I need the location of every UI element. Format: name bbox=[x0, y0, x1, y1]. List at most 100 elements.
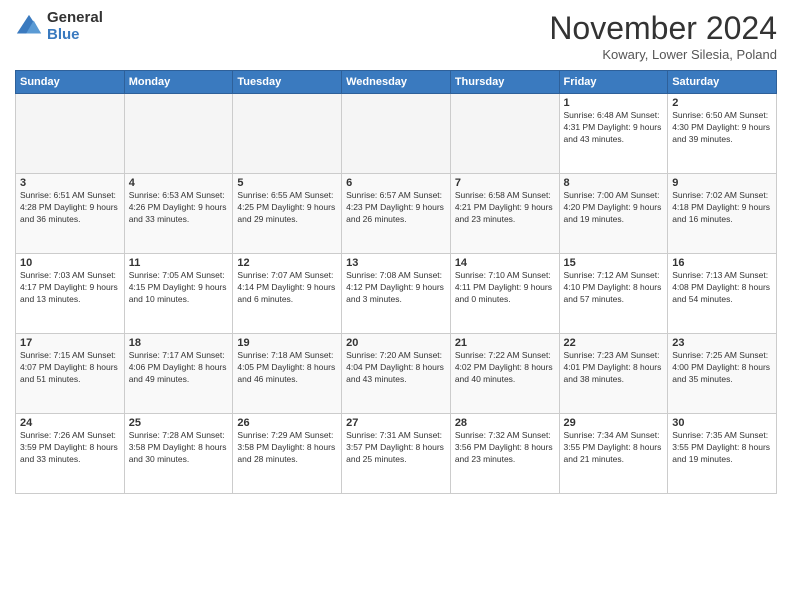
calendar-header: Sunday Monday Tuesday Wednesday Thursday… bbox=[16, 71, 777, 94]
day-number-2-3: 13 bbox=[346, 257, 446, 269]
day-cell-0-1 bbox=[124, 94, 233, 174]
day-number-4-2: 26 bbox=[237, 417, 337, 429]
day-number-0-5: 1 bbox=[564, 97, 664, 109]
day-number-3-6: 23 bbox=[672, 337, 772, 349]
day-info-4-0: Sunrise: 7:26 AM Sunset: 3:59 PM Dayligh… bbox=[20, 430, 120, 466]
header-sunday: Sunday bbox=[16, 71, 125, 94]
day-cell-2-6: 16Sunrise: 7:13 AM Sunset: 4:08 PM Dayli… bbox=[668, 254, 777, 334]
day-number-4-0: 24 bbox=[20, 417, 120, 429]
day-number-3-5: 22 bbox=[564, 337, 664, 349]
day-number-3-4: 21 bbox=[455, 337, 555, 349]
day-number-4-6: 30 bbox=[672, 417, 772, 429]
day-cell-2-1: 11Sunrise: 7:05 AM Sunset: 4:15 PM Dayli… bbox=[124, 254, 233, 334]
day-number-3-1: 18 bbox=[129, 337, 229, 349]
day-info-3-3: Sunrise: 7:20 AM Sunset: 4:04 PM Dayligh… bbox=[346, 350, 446, 386]
day-number-4-4: 28 bbox=[455, 417, 555, 429]
day-info-4-4: Sunrise: 7:32 AM Sunset: 3:56 PM Dayligh… bbox=[455, 430, 555, 466]
day-cell-3-1: 18Sunrise: 7:17 AM Sunset: 4:06 PM Dayli… bbox=[124, 334, 233, 414]
logo-blue-text: Blue bbox=[47, 27, 103, 44]
day-number-2-1: 11 bbox=[129, 257, 229, 269]
header: General Blue November 2024 Kowary, Lower… bbox=[15, 10, 777, 62]
header-friday: Friday bbox=[559, 71, 668, 94]
day-info-2-6: Sunrise: 7:13 AM Sunset: 4:08 PM Dayligh… bbox=[672, 270, 772, 306]
day-cell-3-0: 17Sunrise: 7:15 AM Sunset: 4:07 PM Dayli… bbox=[16, 334, 125, 414]
day-info-1-0: Sunrise: 6:51 AM Sunset: 4:28 PM Dayligh… bbox=[20, 190, 120, 226]
day-info-3-5: Sunrise: 7:23 AM Sunset: 4:01 PM Dayligh… bbox=[564, 350, 664, 386]
day-info-2-0: Sunrise: 7:03 AM Sunset: 4:17 PM Dayligh… bbox=[20, 270, 120, 306]
day-cell-0-4 bbox=[450, 94, 559, 174]
day-info-3-0: Sunrise: 7:15 AM Sunset: 4:07 PM Dayligh… bbox=[20, 350, 120, 386]
day-cell-0-5: 1Sunrise: 6:48 AM Sunset: 4:31 PM Daylig… bbox=[559, 94, 668, 174]
day-cell-1-5: 8Sunrise: 7:00 AM Sunset: 4:20 PM Daylig… bbox=[559, 174, 668, 254]
day-cell-1-1: 4Sunrise: 6:53 AM Sunset: 4:26 PM Daylig… bbox=[124, 174, 233, 254]
day-number-3-0: 17 bbox=[20, 337, 120, 349]
day-info-1-2: Sunrise: 6:55 AM Sunset: 4:25 PM Dayligh… bbox=[237, 190, 337, 226]
week-row-2: 10Sunrise: 7:03 AM Sunset: 4:17 PM Dayli… bbox=[16, 254, 777, 334]
day-info-4-2: Sunrise: 7:29 AM Sunset: 3:58 PM Dayligh… bbox=[237, 430, 337, 466]
day-number-1-3: 6 bbox=[346, 177, 446, 189]
logo-general-text: General bbox=[47, 10, 103, 27]
month-title: November 2024 bbox=[549, 10, 777, 47]
day-number-3-3: 20 bbox=[346, 337, 446, 349]
calendar-body: 1Sunrise: 6:48 AM Sunset: 4:31 PM Daylig… bbox=[16, 94, 777, 494]
header-tuesday: Tuesday bbox=[233, 71, 342, 94]
day-cell-3-3: 20Sunrise: 7:20 AM Sunset: 4:04 PM Dayli… bbox=[342, 334, 451, 414]
day-cell-3-5: 22Sunrise: 7:23 AM Sunset: 4:01 PM Dayli… bbox=[559, 334, 668, 414]
calendar-table: Sunday Monday Tuesday Wednesday Thursday… bbox=[15, 70, 777, 494]
day-number-3-2: 19 bbox=[237, 337, 337, 349]
day-info-1-3: Sunrise: 6:57 AM Sunset: 4:23 PM Dayligh… bbox=[346, 190, 446, 226]
day-cell-4-0: 24Sunrise: 7:26 AM Sunset: 3:59 PM Dayli… bbox=[16, 414, 125, 494]
header-thursday: Thursday bbox=[450, 71, 559, 94]
day-info-1-1: Sunrise: 6:53 AM Sunset: 4:26 PM Dayligh… bbox=[129, 190, 229, 226]
day-cell-0-2 bbox=[233, 94, 342, 174]
day-info-3-6: Sunrise: 7:25 AM Sunset: 4:00 PM Dayligh… bbox=[672, 350, 772, 386]
week-row-0: 1Sunrise: 6:48 AM Sunset: 4:31 PM Daylig… bbox=[16, 94, 777, 174]
day-number-2-0: 10 bbox=[20, 257, 120, 269]
day-cell-0-3 bbox=[342, 94, 451, 174]
day-number-1-6: 9 bbox=[672, 177, 772, 189]
day-number-4-1: 25 bbox=[129, 417, 229, 429]
day-info-0-5: Sunrise: 6:48 AM Sunset: 4:31 PM Dayligh… bbox=[564, 110, 664, 146]
day-info-4-1: Sunrise: 7:28 AM Sunset: 3:58 PM Dayligh… bbox=[129, 430, 229, 466]
day-info-2-3: Sunrise: 7:08 AM Sunset: 4:12 PM Dayligh… bbox=[346, 270, 446, 306]
day-cell-1-6: 9Sunrise: 7:02 AM Sunset: 4:18 PM Daylig… bbox=[668, 174, 777, 254]
day-cell-3-4: 21Sunrise: 7:22 AM Sunset: 4:02 PM Dayli… bbox=[450, 334, 559, 414]
day-cell-0-6: 2Sunrise: 6:50 AM Sunset: 4:30 PM Daylig… bbox=[668, 94, 777, 174]
day-cell-0-0 bbox=[16, 94, 125, 174]
day-cell-3-2: 19Sunrise: 7:18 AM Sunset: 4:05 PM Dayli… bbox=[233, 334, 342, 414]
day-cell-1-3: 6Sunrise: 6:57 AM Sunset: 4:23 PM Daylig… bbox=[342, 174, 451, 254]
day-number-1-1: 4 bbox=[129, 177, 229, 189]
day-cell-4-2: 26Sunrise: 7:29 AM Sunset: 3:58 PM Dayli… bbox=[233, 414, 342, 494]
day-info-2-1: Sunrise: 7:05 AM Sunset: 4:15 PM Dayligh… bbox=[129, 270, 229, 306]
day-cell-4-1: 25Sunrise: 7:28 AM Sunset: 3:58 PM Dayli… bbox=[124, 414, 233, 494]
day-cell-4-4: 28Sunrise: 7:32 AM Sunset: 3:56 PM Dayli… bbox=[450, 414, 559, 494]
day-number-1-5: 8 bbox=[564, 177, 664, 189]
day-info-3-1: Sunrise: 7:17 AM Sunset: 4:06 PM Dayligh… bbox=[129, 350, 229, 386]
day-number-1-0: 3 bbox=[20, 177, 120, 189]
header-row: Sunday Monday Tuesday Wednesday Thursday… bbox=[16, 71, 777, 94]
day-cell-4-6: 30Sunrise: 7:35 AM Sunset: 3:55 PM Dayli… bbox=[668, 414, 777, 494]
day-info-4-3: Sunrise: 7:31 AM Sunset: 3:57 PM Dayligh… bbox=[346, 430, 446, 466]
day-info-3-4: Sunrise: 7:22 AM Sunset: 4:02 PM Dayligh… bbox=[455, 350, 555, 386]
week-row-3: 17Sunrise: 7:15 AM Sunset: 4:07 PM Dayli… bbox=[16, 334, 777, 414]
logo-icon bbox=[15, 13, 43, 41]
title-block: November 2024 Kowary, Lower Silesia, Pol… bbox=[549, 10, 777, 62]
day-number-0-6: 2 bbox=[672, 97, 772, 109]
day-info-4-5: Sunrise: 7:34 AM Sunset: 3:55 PM Dayligh… bbox=[564, 430, 664, 466]
day-number-4-5: 29 bbox=[564, 417, 664, 429]
day-number-2-5: 15 bbox=[564, 257, 664, 269]
logo-text: General Blue bbox=[47, 10, 103, 43]
day-info-1-6: Sunrise: 7:02 AM Sunset: 4:18 PM Dayligh… bbox=[672, 190, 772, 226]
day-cell-4-5: 29Sunrise: 7:34 AM Sunset: 3:55 PM Dayli… bbox=[559, 414, 668, 494]
week-row-4: 24Sunrise: 7:26 AM Sunset: 3:59 PM Dayli… bbox=[16, 414, 777, 494]
logo: General Blue bbox=[15, 10, 103, 43]
page: General Blue November 2024 Kowary, Lower… bbox=[0, 0, 792, 612]
day-cell-1-4: 7Sunrise: 6:58 AM Sunset: 4:21 PM Daylig… bbox=[450, 174, 559, 254]
day-number-4-3: 27 bbox=[346, 417, 446, 429]
day-cell-1-0: 3Sunrise: 6:51 AM Sunset: 4:28 PM Daylig… bbox=[16, 174, 125, 254]
header-monday: Monday bbox=[124, 71, 233, 94]
day-number-2-2: 12 bbox=[237, 257, 337, 269]
day-info-3-2: Sunrise: 7:18 AM Sunset: 4:05 PM Dayligh… bbox=[237, 350, 337, 386]
location-subtitle: Kowary, Lower Silesia, Poland bbox=[549, 47, 777, 62]
day-cell-3-6: 23Sunrise: 7:25 AM Sunset: 4:00 PM Dayli… bbox=[668, 334, 777, 414]
